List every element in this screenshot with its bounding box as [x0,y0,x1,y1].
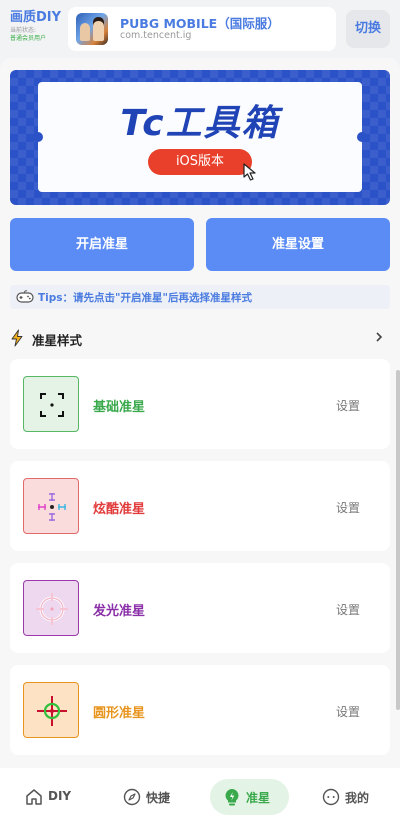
crosshair-card-circle[interactable]: 圆形准星 设置 [10,665,390,755]
brand-status-value: 普通会员用户 [10,35,47,42]
banner-version-pill: iOS版本 [148,149,252,175]
bottom-nav: DIY 快捷 准星 我的 [0,768,400,832]
tips-text: Tips：请先点击"开启准星"后再选择准星样式 [38,292,252,304]
crosshair-label: 基础准星 [93,400,146,415]
game-package: com.tencent.ig [120,30,192,41]
bulb-icon [225,789,239,806]
crosshair-settings-button[interactable]: 准星设置 [206,218,390,271]
nav-item-crosshair[interactable]: 准星 [210,779,289,815]
switch-button[interactable]: 切换 [346,10,390,48]
main-content[interactable]: Tc工具箱 iOS版本 开启准星 准星设置 Tips：请先点击"开启准星"后再选… [0,58,400,768]
brand-status-label: 当前状态: [10,27,37,34]
nav-label: DIY [48,789,72,803]
game-icon [76,13,108,45]
section-title: 准星样式 [32,333,83,348]
crosshair-card-basic[interactable]: 基础准星 设置 [10,359,390,449]
crosshair-card-cool[interactable]: 炫酷准星 设置 [10,461,390,551]
app-header: 画质DIY 当前状态: 普通会员用户 PUBG MOBILE（国际服） com.… [0,0,400,58]
controller-icon [16,290,34,303]
nav-label: 我的 [345,791,370,805]
banner-title: Tc工具箱 [120,103,280,144]
compass-icon [123,788,141,806]
circle-crosshair-icon [23,682,79,738]
cool-crosshair-icon [23,478,79,534]
crosshair-settings-link[interactable]: 设置 [336,601,360,618]
crosshair-label: 发光准星 [93,604,146,619]
crosshair-settings-link[interactable]: 设置 [336,703,360,720]
crosshair-settings-link[interactable]: 设置 [336,499,360,516]
tips-bar: Tips：请先点击"开启准星"后再选择准星样式 [10,285,390,309]
nav-label: 快捷 [146,791,171,805]
nav-item-shortcut[interactable]: 快捷 [117,779,181,815]
chevron-right-icon[interactable] [374,330,384,344]
banner: Tc工具箱 iOS版本 [10,70,390,205]
enable-crosshair-button[interactable]: 开启准星 [10,218,194,271]
scrollbar[interactable] [396,370,400,710]
brand-title: 画质DIY [10,10,62,25]
nav-label: 准星 [246,791,271,805]
crosshair-style-header[interactable]: 准星样式 [10,327,390,349]
lightning-icon [11,329,23,347]
brand: 画质DIY 当前状态: 普通会员用户 [10,10,70,43]
basic-crosshair-icon [23,376,79,432]
crosshair-label: 圆形准星 [93,706,146,721]
glow-crosshair-icon [23,580,79,636]
face-icon [322,788,340,806]
home-icon [26,789,42,805]
cursor-icon [243,163,256,181]
nav-item-diy[interactable]: DIY [18,779,78,815]
crosshair-label: 炫酷准星 [93,502,146,517]
banner-ticket: Tc工具箱 iOS版本 [33,82,367,192]
nav-item-mine[interactable]: 我的 [317,779,381,815]
game-selector-card[interactable]: PUBG MOBILE（国际服） com.tencent.ig [68,7,336,51]
crosshair-settings-link[interactable]: 设置 [336,397,360,414]
crosshair-card-glow[interactable]: 发光准星 设置 [10,563,390,653]
